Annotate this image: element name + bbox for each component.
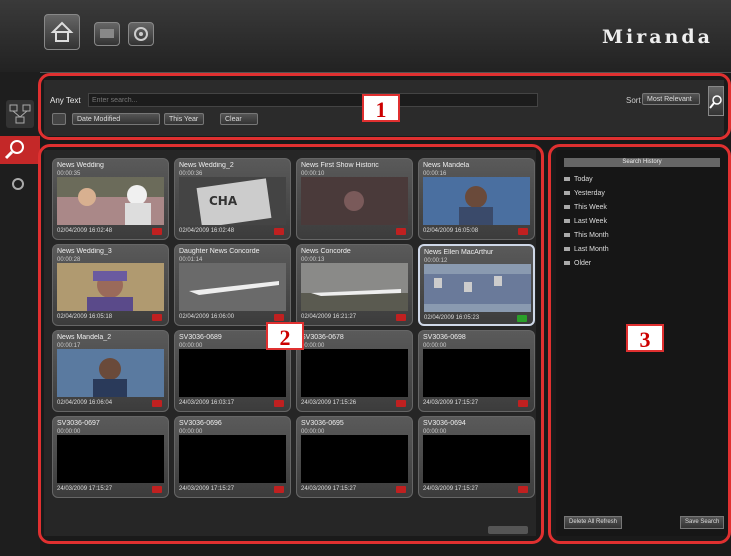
gear-icon bbox=[134, 27, 148, 41]
callout-number-1: 1 bbox=[362, 94, 400, 122]
home-icon bbox=[50, 21, 74, 42]
left-nav bbox=[0, 72, 40, 556]
search-icon bbox=[4, 140, 24, 160]
lnav-hierarchy[interactable] bbox=[6, 100, 34, 128]
home-button[interactable] bbox=[44, 14, 80, 50]
gear-icon bbox=[12, 178, 24, 190]
lnav-search[interactable] bbox=[0, 136, 40, 164]
lnav-tools[interactable] bbox=[6, 170, 34, 198]
hierarchy-icon bbox=[9, 104, 31, 124]
brand-logo: Miranda bbox=[602, 26, 713, 48]
settings-button[interactable] bbox=[128, 22, 154, 46]
callout-number-2: 2 bbox=[266, 322, 304, 350]
monitor-icon bbox=[100, 29, 114, 38]
monitor-button[interactable] bbox=[94, 22, 120, 46]
callout-number-3: 3 bbox=[626, 324, 664, 352]
top-toolbar: Miranda bbox=[0, 0, 731, 73]
